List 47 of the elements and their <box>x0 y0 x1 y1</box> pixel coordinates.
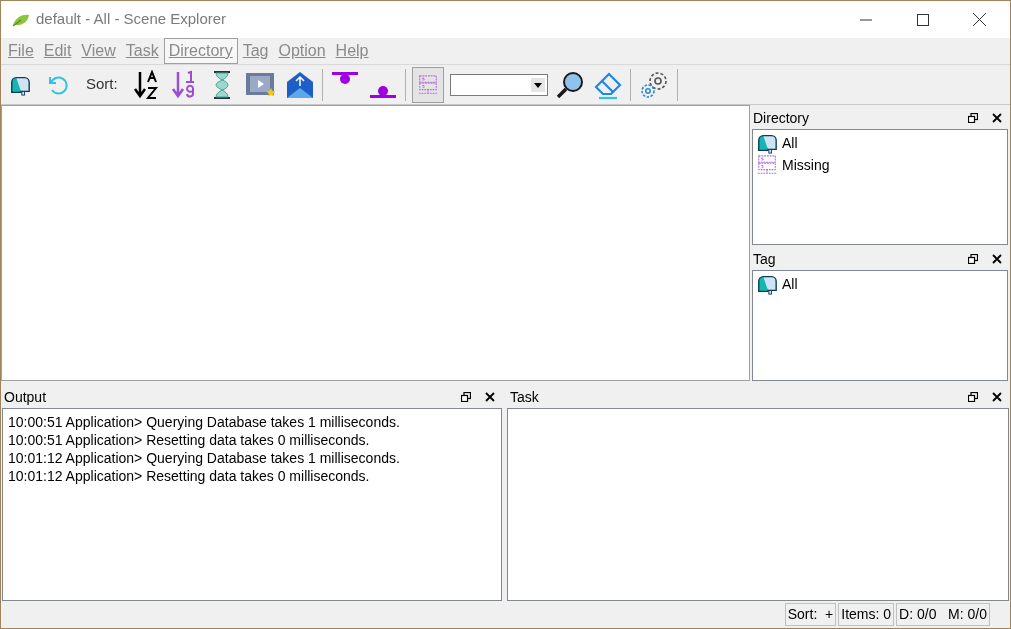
menu-item[interactable]: Directory <box>163 38 238 64</box>
dropdown-caret-icon <box>530 77 545 92</box>
panel-title: Task <box>510 387 540 407</box>
list-item[interactable]: All <box>782 132 798 154</box>
sort-numeric-icon <box>170 69 197 100</box>
server-icon <box>756 154 778 176</box>
list-item[interactable]: Missing <box>782 154 830 176</box>
float-icon[interactable] <box>968 392 978 402</box>
dropdown-field[interactable] <box>449 73 548 96</box>
status-field: Sort: + <box>784 603 837 626</box>
menu-item[interactable]: File <box>3 38 39 64</box>
align-bottom-icon <box>369 85 396 98</box>
float-icon[interactable] <box>968 113 978 123</box>
mailbox-icon <box>756 132 778 154</box>
menu-item[interactable]: View <box>76 38 121 64</box>
close-icon[interactable] <box>973 13 986 26</box>
menu-item[interactable]: Edit <box>38 38 77 64</box>
panel-title: Directory <box>753 108 810 128</box>
menu-item[interactable]: Help <box>330 38 374 64</box>
search-icon <box>554 69 585 100</box>
log-line: 10:01:12 Application> Resetting data takes 0 milliseconds. <box>8 467 371 485</box>
window-title: default - All - Scene Explorer <box>36 9 228 30</box>
align-top-icon <box>331 71 358 84</box>
close-icon[interactable] <box>992 113 1002 123</box>
log-line: 10:01:12 Application> Querying Database takes 1 milliseconds. <box>8 449 401 467</box>
close-icon[interactable] <box>992 392 1002 402</box>
server-icon <box>416 73 439 96</box>
log-line: 10:00:51 Application> Resetting data takes 0 milliseconds. <box>8 431 371 449</box>
film-star-icon <box>244 70 277 99</box>
log-line: 10:00:51 Application> Querying Database takes 1 milliseconds. <box>8 413 401 431</box>
menu-item[interactable]: Task <box>120 38 164 64</box>
panel-title: Tag <box>753 249 777 269</box>
close-icon[interactable] <box>992 254 1002 264</box>
sort-az-icon <box>132 69 159 100</box>
status-field: Items: 0 <box>838 603 895 626</box>
close-icon[interactable] <box>485 392 495 402</box>
mailbox-icon <box>756 273 778 295</box>
float-icon[interactable] <box>461 392 471 402</box>
panel-title: Output <box>4 387 48 407</box>
maximize-icon[interactable] <box>917 13 929 26</box>
list-item[interactable]: All <box>782 273 798 295</box>
menu-item[interactable]: Option <box>273 38 331 64</box>
sort-label: Sort: <box>86 74 118 95</box>
envelope-upload-icon <box>284 69 315 100</box>
float-icon[interactable] <box>968 254 978 264</box>
status-field: D: 0/0 M: 0/0 <box>896 603 990 626</box>
menu-item[interactable]: Tag <box>237 38 274 64</box>
